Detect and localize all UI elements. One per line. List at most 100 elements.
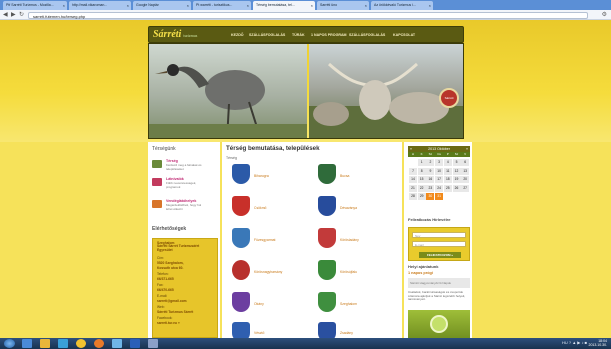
contact-web-link[interactable]: Sárréti Turizmus Sárrét (157, 310, 193, 314)
close-icon[interactable]: × (311, 3, 313, 8)
url-input[interactable]: sarreti.futemen.hu/terseg.php (28, 12, 588, 19)
coat-of-arms-icon[interactable] (318, 322, 336, 338)
wrench-icon[interactable]: ⚙ (602, 11, 607, 18)
folder-icon[interactable] (40, 339, 50, 348)
calendar-day[interactable]: 20 (461, 176, 470, 183)
browser-tab[interactable]: Ptf Sarréti Turizmus - Mozilla... × (3, 1, 67, 10)
calendar-day[interactable]: 21 (409, 184, 417, 192)
town-link[interactable]: Szeghalom (340, 302, 357, 306)
start-icon[interactable] (4, 339, 15, 348)
clock[interactable]: 18:04 2013.10.30. (589, 339, 608, 347)
site-logo[interactable]: Sárréti turizmus (153, 29, 197, 40)
town-link[interactable]: Füzesgyarmat (254, 238, 275, 242)
calendar-day[interactable]: 11 (443, 167, 452, 175)
calendar-day[interactable]: 17 (435, 176, 444, 183)
calendar-day[interactable]: 23 (426, 184, 435, 192)
calendar-day[interactable]: 15 (417, 176, 426, 183)
town-link[interactable]: Biharugra (254, 174, 269, 178)
calendar-day[interactable]: 31 (435, 193, 444, 200)
calendar-day[interactable]: 19 (452, 176, 461, 183)
browser-tab[interactable]: Pt warréti - turisztikus... × (193, 1, 251, 10)
coat-of-arms-icon[interactable] (318, 196, 336, 216)
close-icon[interactable]: × (63, 3, 65, 8)
town-link[interactable]: Okány (254, 302, 264, 306)
close-icon[interactable]: × (127, 3, 129, 8)
reload-icon[interactable]: ↻ (19, 11, 24, 18)
browser-tab[interactable]: Google Naptár × (133, 1, 191, 10)
browser-tab[interactable]: Az örökkévaló Turizmus i... × (371, 1, 433, 10)
calendar-day[interactable]: 8 (417, 167, 426, 175)
tips-image[interactable] (408, 310, 470, 338)
town-link[interactable]: Körösladány (340, 238, 359, 242)
town-link[interactable]: Zsadány (340, 331, 353, 335)
town-link[interactable]: Dévaványa (340, 206, 357, 210)
coat-of-arms-icon[interactable] (232, 260, 250, 280)
calendar-day[interactable]: 27 (461, 184, 470, 192)
calendar-day[interactable]: 12 (452, 167, 461, 175)
calendar-day[interactable]: 14 (409, 176, 417, 183)
close-icon[interactable]: × (187, 3, 189, 8)
browser-tab[interactable]: http://mail.vikaroman... × (69, 1, 131, 10)
calendar-day[interactable]: 29 (417, 193, 426, 200)
calendar-day[interactable]: 7 (409, 167, 417, 175)
coat-of-arms-icon[interactable] (232, 292, 250, 312)
menu-item-accommodation[interactable]: SZÁLLÁSFOGLALÁS (249, 33, 285, 37)
menu-item-contact[interactable]: KAPCSOLAT (393, 33, 415, 37)
calendar-day[interactable]: 25 (443, 184, 452, 192)
menu-item-home[interactable]: KEZDŐ (231, 33, 244, 37)
town-link[interactable]: Csökmő (254, 206, 266, 210)
firefox-icon[interactable] (94, 339, 104, 348)
coat-of-arms-icon[interactable] (232, 196, 250, 216)
calendar-day[interactable]: 24 (435, 184, 444, 192)
calendar-day[interactable]: 2 (426, 159, 435, 166)
calendar-day[interactable]: 10 (435, 167, 444, 175)
menu-item-day-program[interactable]: 1 NAPOS PROGRAM (311, 33, 347, 37)
town-link[interactable]: Körösnagyharsány (254, 270, 282, 274)
media-icon[interactable] (58, 339, 68, 348)
town-link[interactable]: Vésztő (254, 331, 264, 335)
newsletter-email-input[interactable]: E-mail (412, 241, 466, 247)
browser-tab[interactable]: Sarréti üno × (317, 1, 369, 10)
close-icon[interactable]: × (365, 3, 367, 8)
newsletter-name-input[interactable]: Név (412, 232, 466, 238)
explorer-icon[interactable] (22, 339, 32, 348)
calendar-day[interactable]: 22 (417, 184, 426, 192)
subscribe-button[interactable]: FELIRATKOZOM » (419, 252, 461, 258)
calendar-day[interactable]: 28 (409, 193, 417, 200)
calendar-day[interactable]: 4 (443, 159, 452, 166)
town-link[interactable]: Körösújfalu (340, 270, 357, 274)
photo-icon[interactable] (148, 339, 158, 348)
close-icon[interactable]: × (429, 3, 431, 8)
calendar-day[interactable]: 1 (417, 159, 426, 166)
chrome-icon[interactable] (76, 339, 86, 348)
tips-subtitle[interactable]: 1 napos prógi (408, 271, 433, 275)
calendar-day[interactable]: 13 (461, 167, 470, 175)
calendar-day[interactable]: 3 (435, 159, 444, 166)
calendar-day[interactable]: 16 (426, 176, 435, 183)
town-link[interactable]: Bucsa (340, 174, 349, 178)
calendar-day[interactable]: 30 (426, 193, 435, 200)
back-icon[interactable]: ◀ (3, 11, 8, 18)
forward-icon[interactable]: ▶ (11, 11, 16, 18)
coat-of-arms-icon[interactable] (232, 164, 250, 184)
calendar-day[interactable]: 26 (452, 184, 461, 192)
calendar-day[interactable]: 6 (461, 159, 470, 166)
menu-item-tours[interactable]: TÚRÁK (292, 33, 305, 37)
word-icon[interactable] (130, 339, 140, 348)
coat-of-arms-icon[interactable] (232, 322, 250, 338)
contact-facebook-link[interactable]: sarreti.tur.eu » (157, 321, 180, 325)
close-icon[interactable]: × (247, 3, 249, 8)
coat-of-arms-icon[interactable] (232, 228, 250, 248)
calendar-day[interactable]: 9 (426, 167, 435, 175)
contact-email-link[interactable]: sarreti@gmail.com (157, 299, 187, 303)
coat-of-arms-icon[interactable] (318, 164, 336, 184)
coat-of-arms-icon[interactable] (318, 228, 336, 248)
calendar-day[interactable]: 18 (443, 176, 452, 183)
system-tray[interactable]: HU ? ▲ ▶ ♪ ■ (562, 340, 587, 345)
coat-of-arms-icon[interactable] (318, 292, 336, 312)
browser-tab-active[interactable]: Térség bemutatása, tel... × (253, 1, 315, 10)
coat-of-arms-icon[interactable] (318, 260, 336, 280)
paint-icon[interactable] (112, 339, 122, 348)
calendar-day[interactable]: 5 (452, 159, 461, 166)
menu-item-booking[interactable]: SZÁLLÁSFOGLALÁS (349, 33, 385, 37)
